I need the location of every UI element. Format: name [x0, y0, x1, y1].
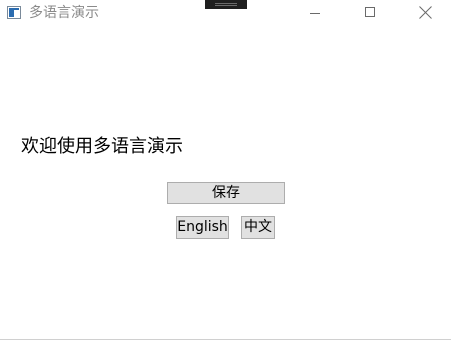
minimize-icon: [310, 13, 320, 14]
window-app-icon: [7, 6, 21, 19]
title-bar[interactable]: 多语言演示: [0, 0, 451, 28]
welcome-message: 欢迎使用多语言演示: [21, 136, 183, 157]
maximize-button[interactable]: [347, 0, 393, 28]
save-button[interactable]: 保存: [167, 182, 285, 204]
app-window: 多语言演示 欢迎使用多语言演示 保存 English 中文: [0, 0, 451, 342]
chinese-language-button[interactable]: 中文: [241, 216, 275, 239]
english-language-button[interactable]: English: [176, 216, 229, 239]
window-bottom-border: [0, 339, 451, 340]
maximize-icon: [365, 7, 375, 17]
drag-handle[interactable]: [205, 0, 247, 9]
close-button[interactable]: [402, 0, 448, 28]
minimize-button[interactable]: [292, 0, 338, 28]
close-icon: [419, 6, 432, 19]
window-title: 多语言演示: [29, 5, 99, 21]
